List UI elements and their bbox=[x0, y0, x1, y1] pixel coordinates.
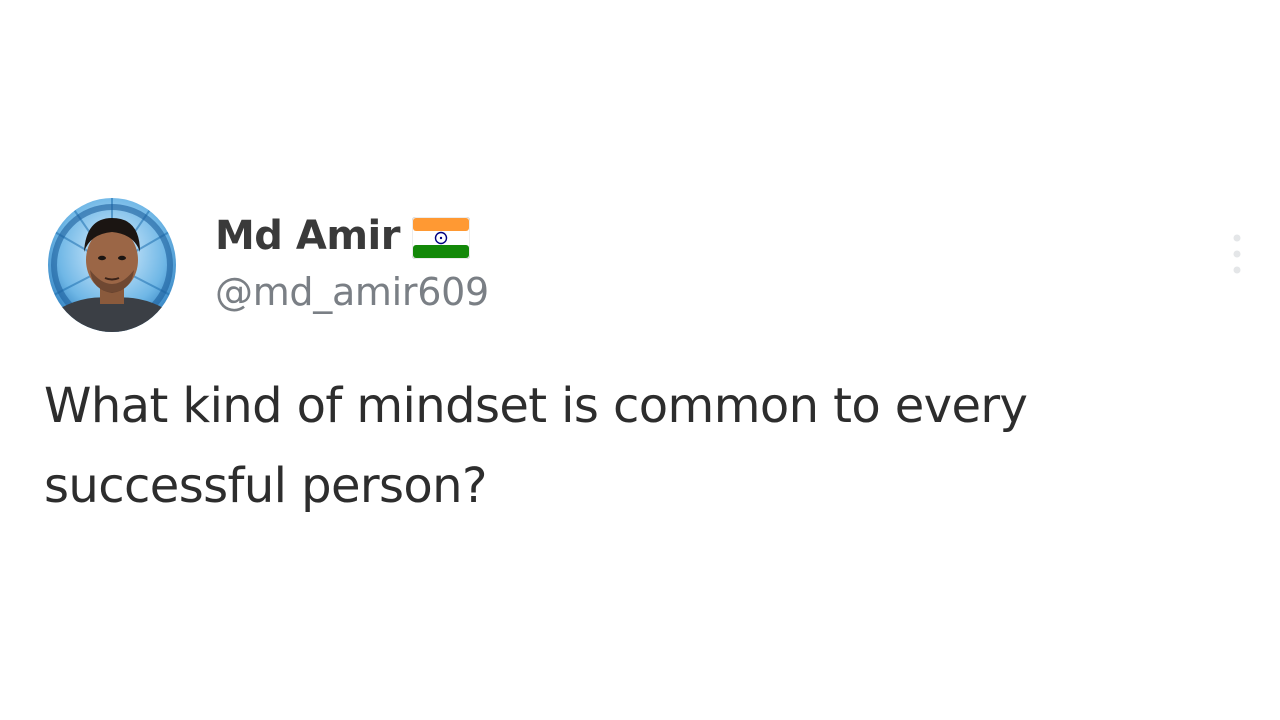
more-options-button[interactable] bbox=[1226, 230, 1248, 278]
author-display-name[interactable]: Md Amir bbox=[215, 213, 400, 259]
india-flag-icon bbox=[411, 217, 470, 259]
tweet-card: Md Amir @md_amir609 What kind of mindset… bbox=[0, 0, 1280, 720]
author-name-row: Md Amir bbox=[215, 208, 470, 264]
avatar[interactable] bbox=[48, 198, 176, 332]
profile-photo-icon bbox=[48, 198, 176, 332]
tweet-text: What kind of mindset is common to every … bbox=[44, 378, 1028, 514]
more-vertical-icon bbox=[1233, 234, 1241, 274]
author-handle[interactable]: @md_amir609 bbox=[215, 270, 489, 314]
